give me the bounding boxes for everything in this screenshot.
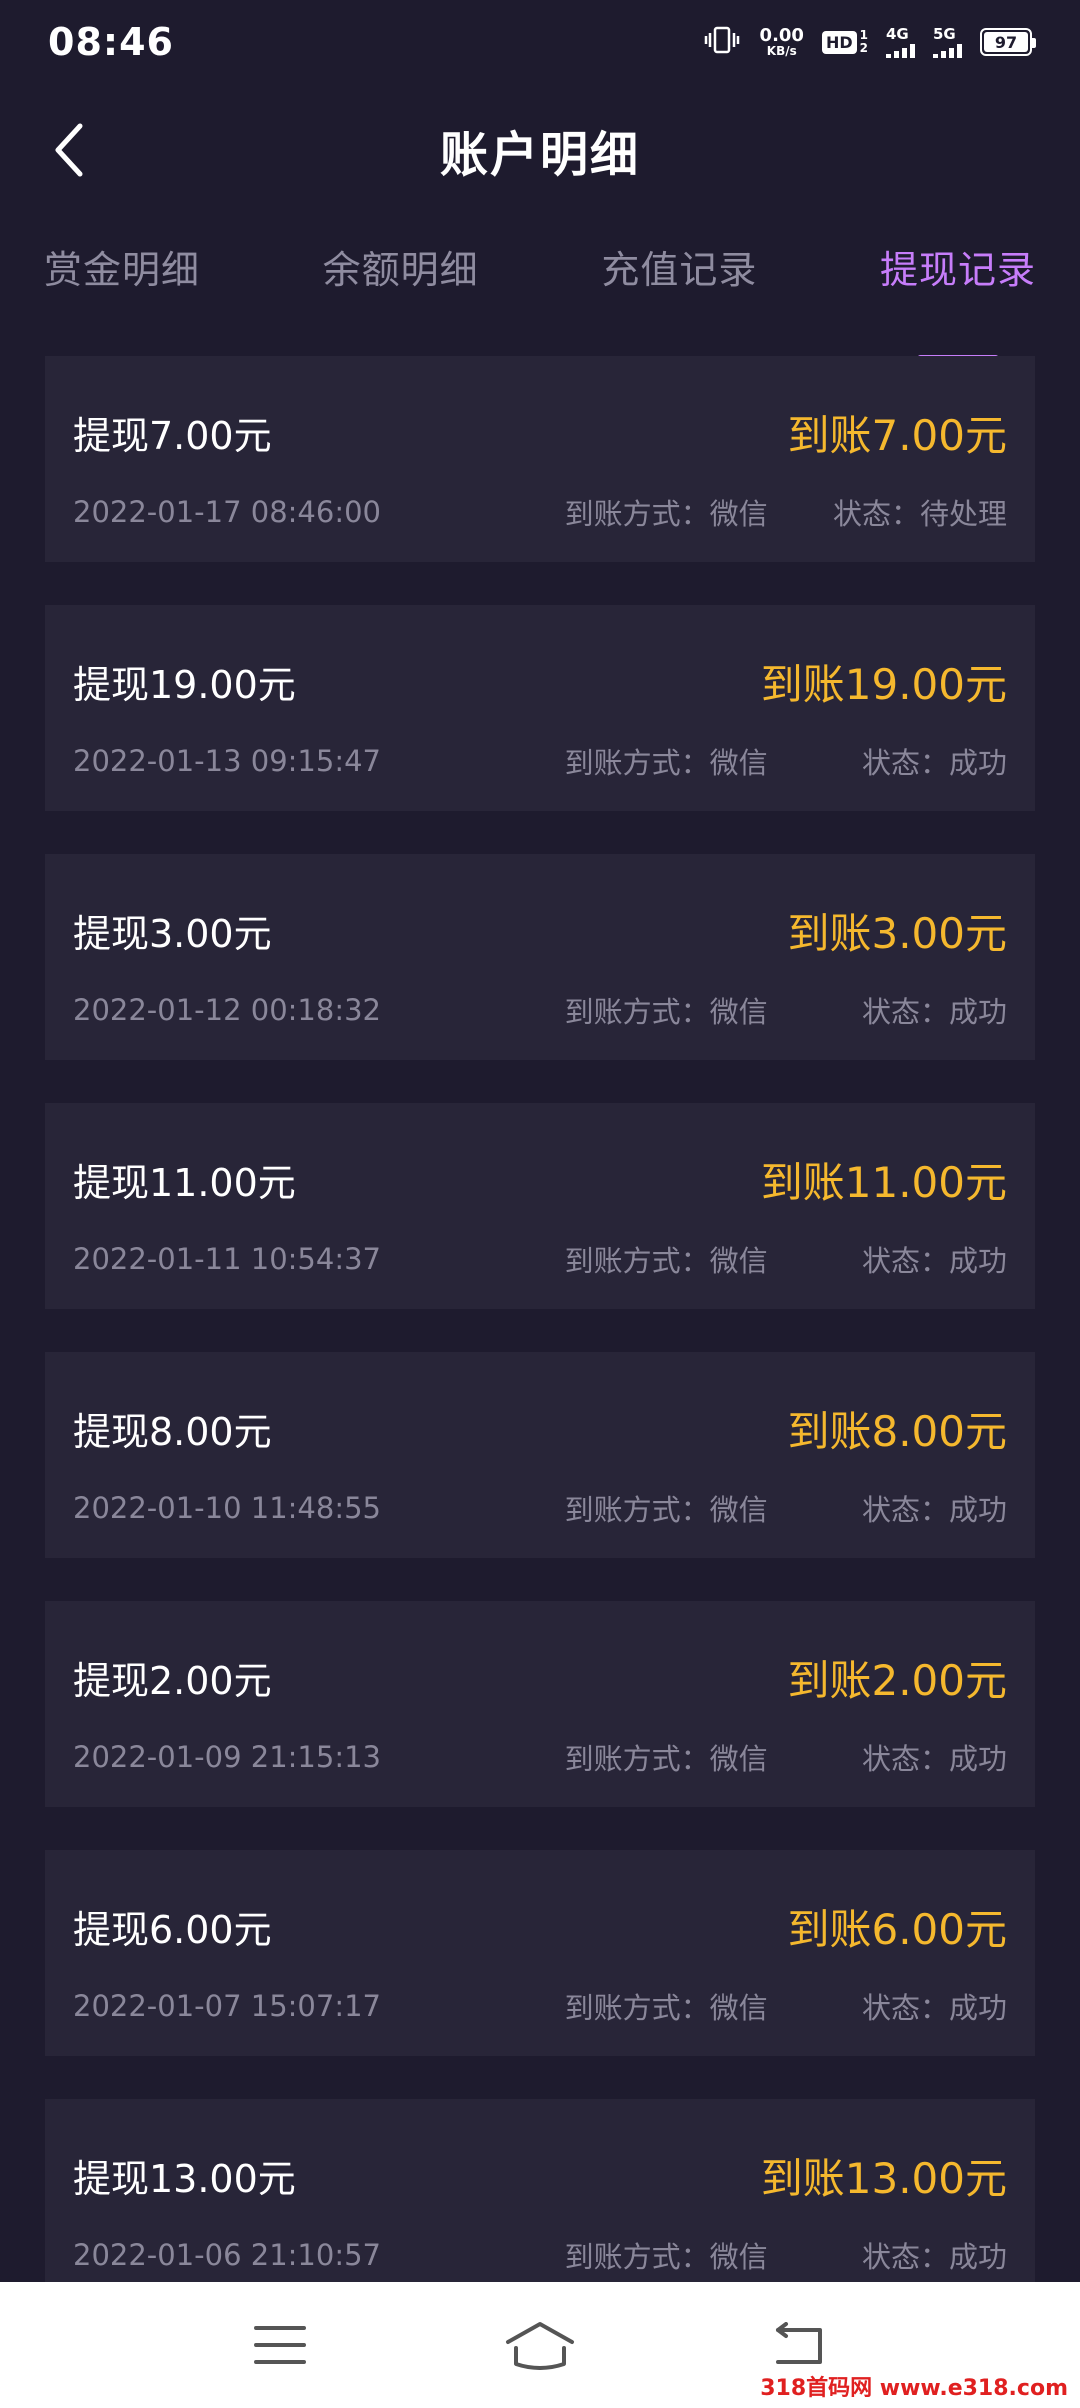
status-bar: 08:46 0.00 KB/s HD 1 2 4G 5G 97 xyxy=(0,0,1080,84)
record-amount: 到账13.00元 xyxy=(760,2153,1007,2203)
network-speed-unit: KB/s xyxy=(766,44,797,58)
list-item[interactable]: 提现19.00元 到账19.00元 2022-01-13 09:15:47 到账… xyxy=(45,605,1035,811)
list-item[interactable]: 提现8.00元 到账8.00元 2022-01-10 11:48:55 到账方式… xyxy=(45,1352,1035,1558)
hd-indicator: HD 1 2 xyxy=(821,29,868,54)
record-amount: 到账6.00元 xyxy=(787,1904,1007,1954)
record-status: 状态：成功 xyxy=(861,2240,1007,2274)
list-item[interactable]: 提现11.00元 到账11.00元 2022-01-11 10:54:37 到账… xyxy=(45,1103,1035,1309)
record-method: 到账方式：微信 xyxy=(564,995,768,1029)
withdrawal-record-list[interactable]: 提现7.00元 到账7.00元 2022-01-17 08:46:00 到账方式… xyxy=(45,356,1035,2348)
record-amount: 到账19.00元 xyxy=(760,659,1007,709)
list-item[interactable]: 提现3.00元 到账3.00元 2022-01-12 00:18:32 到账方式… xyxy=(45,854,1035,1060)
header: 账户明细 xyxy=(0,100,1080,200)
record-status: 状态：成功 xyxy=(861,1493,1007,1527)
record-title: 提现7.00元 xyxy=(73,413,272,458)
record-method: 到账方式：微信 xyxy=(564,746,768,780)
list-item[interactable]: 提现13.00元 到账13.00元 2022-01-06 21:10:57 到账… xyxy=(45,2099,1035,2305)
record-amount: 到账7.00元 xyxy=(787,410,1007,460)
record-time: 2022-01-09 21:15:13 xyxy=(73,1740,381,1774)
list-item[interactable]: 提现2.00元 到账2.00元 2022-01-09 21:15:13 到账方式… xyxy=(45,1601,1035,1807)
record-title: 提现13.00元 xyxy=(73,2156,296,2201)
record-time: 2022-01-06 21:10:57 xyxy=(73,2238,381,2272)
home-button[interactable] xyxy=(495,2310,585,2380)
tab-recharge-records[interactable]: 充值记录 xyxy=(601,240,757,340)
menu-button[interactable] xyxy=(235,2310,325,2380)
record-title: 提现2.00元 xyxy=(73,1658,272,1703)
record-amount: 到账8.00元 xyxy=(787,1406,1007,1456)
record-time: 2022-01-11 10:54:37 xyxy=(73,1242,381,1276)
record-time: 2022-01-10 11:48:55 xyxy=(73,1491,381,1525)
tab-bar: 赏金明细 余额明细 充值记录 提现记录 xyxy=(0,240,1080,340)
system-nav-bar: 318首码网 www.e318.com xyxy=(0,2282,1080,2408)
menu-icon xyxy=(254,2326,306,2364)
record-method: 到账方式：微信 xyxy=(564,497,768,531)
hd-label: HD xyxy=(821,30,857,54)
app-screen: 08:46 0.00 KB/s HD 1 2 4G 5G 97 账户明细 赏金明… xyxy=(0,0,1080,2408)
record-amount: 到账3.00元 xyxy=(787,908,1007,958)
status-time: 08:46 xyxy=(48,20,174,64)
vibrate-icon xyxy=(702,25,742,59)
record-title: 提现11.00元 xyxy=(73,1160,296,1205)
status-icons: 0.00 KB/s HD 1 2 4G 5G 97 xyxy=(702,24,1036,59)
list-item[interactable]: 提现6.00元 到账6.00元 2022-01-07 15:07:17 到账方式… xyxy=(45,1850,1035,2056)
return-icon xyxy=(776,2322,822,2364)
record-title: 提现3.00元 xyxy=(73,911,272,956)
record-status: 状态：成功 xyxy=(861,995,1007,1029)
signal-4g-label: 4G xyxy=(886,24,909,43)
record-method: 到账方式：微信 xyxy=(564,1991,768,2025)
record-time: 2022-01-13 09:15:47 xyxy=(73,744,381,778)
record-time: 2022-01-07 15:07:17 xyxy=(73,1989,381,2023)
record-status: 状态：待处理 xyxy=(832,497,1007,531)
record-time: 2022-01-17 08:46:00 xyxy=(73,495,381,529)
record-method: 到账方式：微信 xyxy=(564,1493,768,1527)
signal-5g: 5G xyxy=(933,24,962,58)
list-item[interactable]: 提现7.00元 到账7.00元 2022-01-17 08:46:00 到账方式… xyxy=(45,356,1035,562)
page-title: 账户明细 xyxy=(439,127,640,183)
chevron-left-icon xyxy=(55,123,83,177)
record-title: 提现8.00元 xyxy=(73,1409,272,1454)
record-method: 到账方式：微信 xyxy=(564,2240,768,2274)
signal-bars-icon xyxy=(933,43,962,58)
record-status: 状态：成功 xyxy=(861,746,1007,780)
watermark: 318首码网 www.e318.com xyxy=(760,2376,1068,2401)
tab-balance-details[interactable]: 余额明细 xyxy=(323,240,479,340)
hd-bottom: 2 xyxy=(859,41,868,55)
record-method: 到账方式：微信 xyxy=(564,1244,768,1278)
network-speed: 0.00 KB/s xyxy=(759,25,804,58)
record-amount: 到账11.00元 xyxy=(760,1157,1007,1207)
record-status: 状态：成功 xyxy=(861,1244,1007,1278)
record-amount: 到账2.00元 xyxy=(787,1655,1007,1705)
battery-icon: 97 xyxy=(980,28,1036,56)
record-status: 状态：成功 xyxy=(861,1742,1007,1776)
battery-level: 97 xyxy=(984,32,1028,52)
signal-4g: 4G xyxy=(886,24,915,58)
home-icon xyxy=(506,2322,574,2370)
back-button[interactable] xyxy=(40,120,100,180)
record-method: 到账方式：微信 xyxy=(564,1742,768,1776)
tab-bounty-details[interactable]: 赏金明细 xyxy=(44,240,200,340)
signal-bars-icon xyxy=(886,43,915,58)
record-title: 提现19.00元 xyxy=(73,662,296,707)
network-speed-value: 0.00 xyxy=(759,25,804,46)
record-title: 提现6.00元 xyxy=(73,1907,272,1952)
record-time: 2022-01-12 00:18:32 xyxy=(73,993,381,1027)
hd-sim-numbers: 1 2 xyxy=(860,29,868,54)
tab-withdrawal-records[interactable]: 提现记录 xyxy=(880,240,1036,340)
record-status: 状态：成功 xyxy=(861,1991,1007,2025)
signal-5g-label: 5G xyxy=(933,24,956,43)
